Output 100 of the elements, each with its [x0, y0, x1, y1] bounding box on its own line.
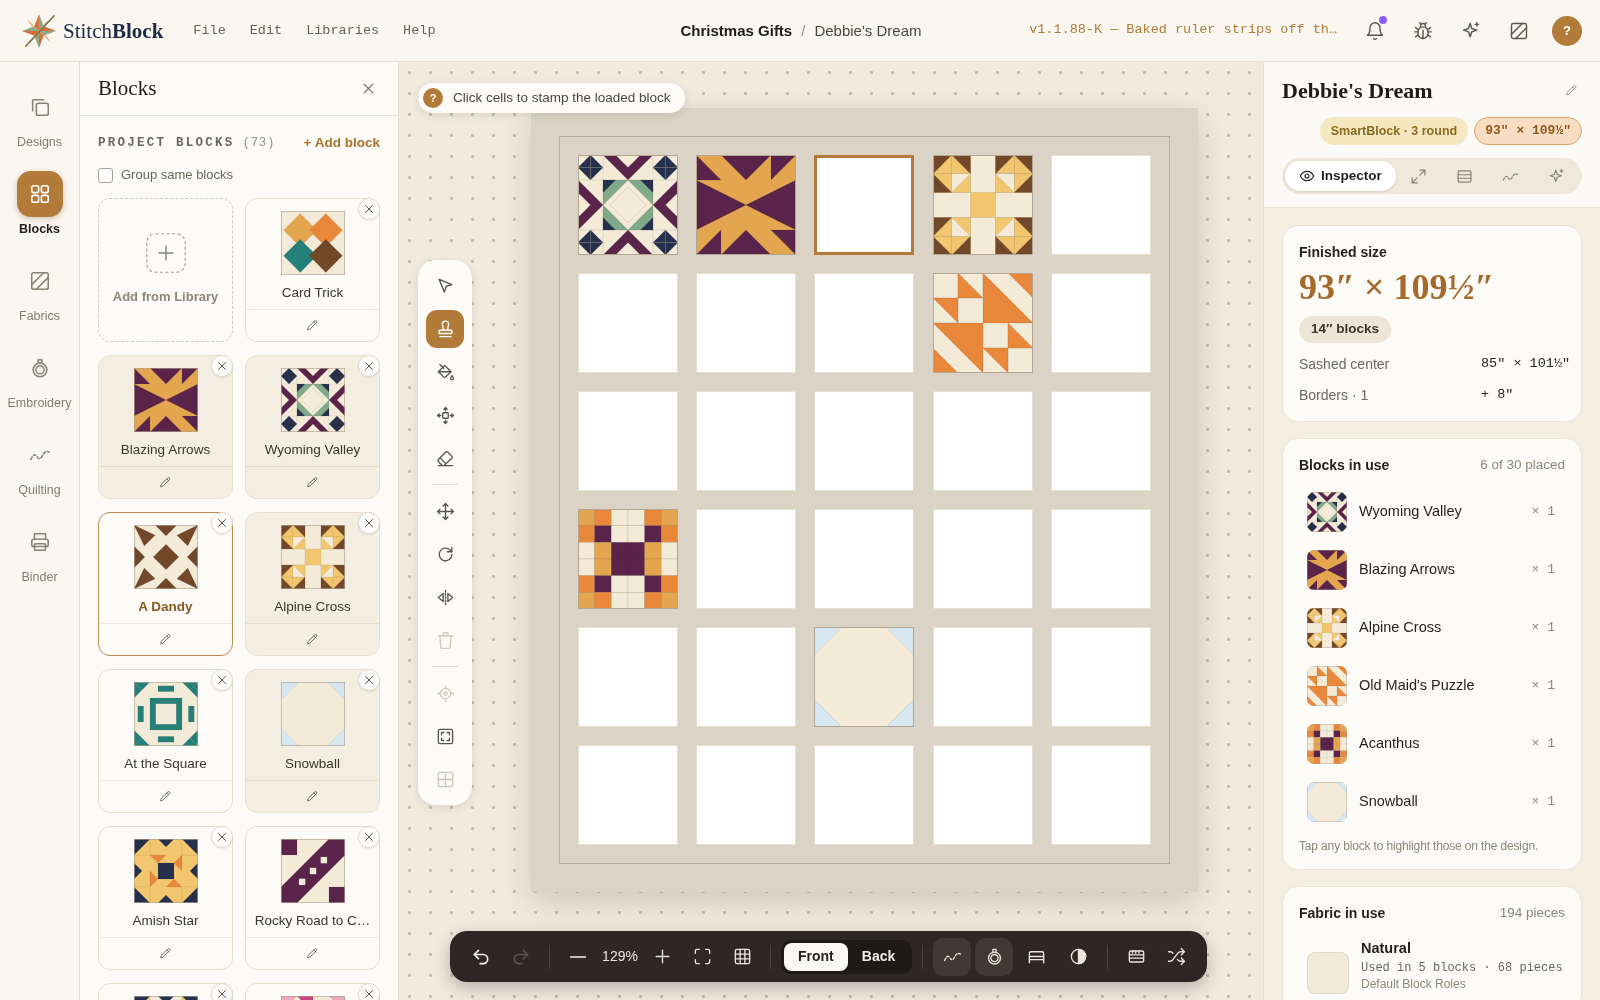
tool-button[interactable] — [426, 310, 464, 348]
ruler-icon — [1126, 947, 1146, 966]
nav-item[interactable]: Blocks — [1, 171, 78, 237]
fabric-name: Natural — [1361, 939, 1412, 957]
remove-button[interactable] — [211, 826, 233, 848]
block-name: Card Trick — [281, 284, 344, 302]
remove-button[interactable] — [358, 983, 380, 1000]
quilt-block-icon — [1307, 666, 1347, 706]
remove-button[interactable] — [211, 355, 233, 377]
card-title: Finished size — [1299, 243, 1388, 261]
breadcrumb-current: Debbie's Dream — [814, 20, 922, 41]
quilt-block-icon — [133, 682, 198, 746]
close-icon — [216, 831, 228, 843]
nav-item[interactable]: Quilting — [1, 432, 78, 498]
section-label: PROJECT BLOCKS — [98, 134, 235, 152]
menu-item[interactable]: Edit — [249, 20, 283, 41]
quilt-block[interactable] — [932, 155, 1033, 255]
pencil-icon — [306, 790, 319, 803]
block-name: Blazing Arrows — [120, 441, 211, 459]
add-block-button[interactable]: + Add block — [303, 132, 380, 154]
remove-button[interactable] — [358, 826, 380, 848]
frame-icon — [435, 726, 455, 746]
breadcrumb-link[interactable]: Christmas Gifts — [680, 20, 793, 41]
size-label: Sashed center — [1299, 355, 1391, 374]
remove-button[interactable] — [211, 983, 233, 1000]
quilt-block[interactable] — [578, 509, 678, 609]
block-card[interactable]: Amish Star — [98, 826, 233, 970]
smartblock-badge: SmartBlock · 3 round — [1319, 117, 1469, 145]
block-card[interactable]: Rocky Road to C… — [245, 826, 380, 970]
menu-item[interactable]: File — [193, 20, 226, 41]
card-title: Blocks in use — [1299, 455, 1390, 475]
side-tab[interactable]: Back — [847, 942, 910, 971]
move-square-icon — [435, 405, 455, 425]
hatched-square-icon — [28, 270, 51, 292]
block-card[interactable]: Wyoming Valley — [245, 355, 380, 499]
block-name: Wyoming Valley — [264, 441, 361, 459]
block-card[interactable]: Blazing Arrows — [98, 355, 233, 499]
remove-button[interactable] — [211, 512, 233, 534]
avatar-button[interactable]: ? — [1552, 15, 1582, 46]
nav-item[interactable]: Embroidery — [1, 345, 78, 411]
grid-icon — [435, 769, 455, 789]
quilt-block[interactable] — [696, 155, 797, 255]
size-value: 85″ × 101½″ — [1481, 355, 1571, 373]
block-use-row[interactable]: Blazing Arrows × 1 — [1299, 541, 1565, 599]
breadcrumb-separator: / — [801, 20, 806, 41]
block-use-row[interactable]: Acanthus × 1 — [1299, 715, 1565, 773]
remove-button[interactable] — [358, 669, 380, 691]
size-label: Borders · 1 — [1299, 386, 1370, 405]
nav-item[interactable]: Fabrics — [1, 258, 78, 324]
nav-item[interactable]: Binder — [1, 519, 78, 585]
quilt-block-icon — [1307, 724, 1347, 764]
fabric-usage: Used in 5 blocks · 68 pieces — [1361, 960, 1563, 976]
remove-button[interactable] — [211, 669, 233, 691]
pencil-icon — [306, 319, 319, 332]
quilt-block[interactable] — [578, 155, 678, 255]
version-note: v1.1.88-K — Baked ruler strips off th… — [1029, 21, 1337, 40]
crosshair-icon — [435, 683, 455, 703]
block-card[interactable]: At the Square — [98, 669, 233, 813]
close-icon — [363, 831, 375, 843]
quilt-cell[interactable] — [814, 155, 915, 255]
menu-item[interactable]: Libraries — [306, 20, 380, 41]
pencil-icon — [306, 947, 319, 960]
side-tab[interactable]: Front — [784, 942, 848, 971]
block-size-chip: 14″ blocks — [1299, 316, 1391, 343]
bell-icon — [1365, 20, 1385, 41]
block-count: (73) — [242, 134, 276, 152]
quilting-layer-button[interactable] — [933, 937, 972, 976]
close-icon — [216, 988, 228, 1000]
minus-icon — [570, 955, 586, 958]
block-name: Alpine Cross — [274, 598, 351, 616]
block-card[interactable]: Alpine Cross — [245, 512, 380, 656]
pencil-icon — [306, 633, 319, 646]
remove-button[interactable] — [358, 512, 380, 534]
tab[interactable]: Inspector — [1285, 161, 1396, 191]
paint-bucket-icon — [435, 362, 455, 382]
block-use-row[interactable]: Wyoming Valley × 1 — [1299, 483, 1565, 541]
remove-button[interactable] — [358, 355, 380, 377]
dashed-plus-icon — [145, 233, 186, 274]
nav-item[interactable]: Designs — [1, 84, 78, 150]
block-card[interactable]: Card Trick — [245, 198, 380, 342]
quilt-block-icon — [280, 525, 345, 589]
pencil-icon — [159, 790, 172, 803]
block-card[interactable]: A Dandy — [98, 512, 233, 656]
block-use-row[interactable]: Snowball × 1 — [1299, 773, 1565, 831]
eraser-icon — [435, 448, 455, 468]
fabric-role: Default Block Roles — [1361, 976, 1467, 992]
block-use-row[interactable]: Alpine Cross × 1 — [1299, 599, 1565, 657]
block-card[interactable]: Snowball — [245, 669, 380, 813]
block-use-row[interactable]: Old Maid's Puzzle × 1 — [1299, 657, 1565, 715]
remove-button[interactable] — [358, 198, 380, 220]
embroidery-layer-button[interactable] — [975, 937, 1014, 976]
checkbox[interactable] — [98, 167, 113, 183]
pencil-icon — [1564, 83, 1578, 97]
redo-icon — [511, 946, 531, 967]
size-badge: 93″ × 109½″ — [1474, 117, 1582, 145]
close-icon — [363, 988, 375, 1000]
menu-item[interactable]: Help — [403, 20, 436, 41]
printer-icon — [28, 531, 51, 553]
pencil-icon — [159, 476, 172, 489]
shuffle-icon — [1166, 947, 1186, 966]
